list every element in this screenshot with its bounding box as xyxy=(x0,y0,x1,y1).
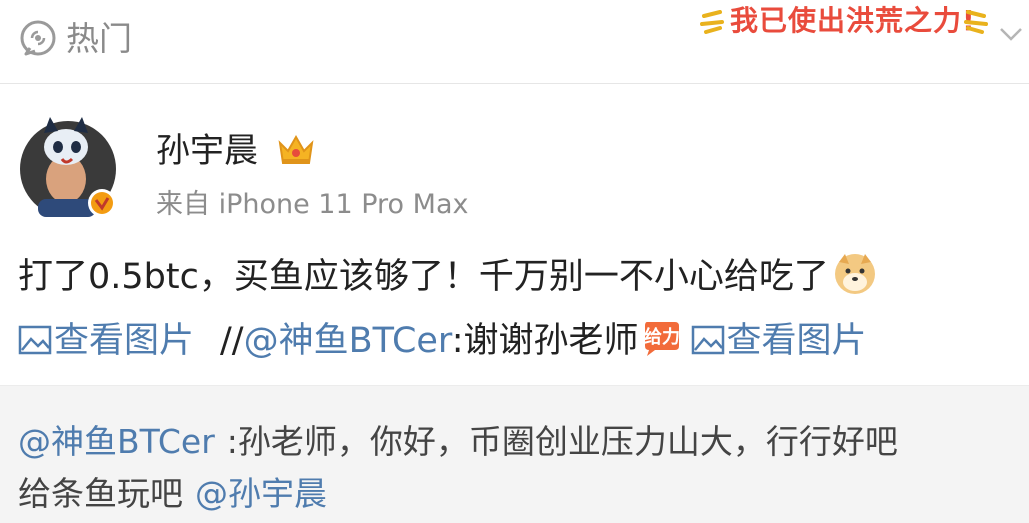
sparkle-icon xyxy=(964,10,988,34)
sticker-banner: 我已使出洪荒之力! xyxy=(700,2,1000,42)
view-image-link-2[interactable]: 查看图片 xyxy=(691,321,867,361)
repost-mention-link[interactable]: @神鱼BTCer xyxy=(18,422,215,461)
image-icon xyxy=(18,325,52,355)
repost-mention-end-link[interactable]: @孙宇晨 xyxy=(195,474,327,513)
verified-badge-icon xyxy=(91,192,113,214)
image-icon xyxy=(691,325,724,355)
top-bar: 热门 我已使出洪荒之力! xyxy=(0,0,1029,84)
repost-separator: // xyxy=(220,321,244,361)
reposted-content[interactable]: @神鱼BTCer :孙老师，你好，币圈创业压力山大，行行好吧 给条鱼玩吧 @孙宇晨 xyxy=(0,385,1029,523)
hot-tab-label[interactable]: 热门 xyxy=(66,18,132,60)
repost-text-line1: :孙老师，你好，币圈创业压力山大，行行好吧 xyxy=(226,422,898,461)
gei-li-emoji-icon: 给力 xyxy=(644,322,680,356)
sparkle-icon xyxy=(700,10,724,34)
post-source: 来自 iPhone 11 Pro Max xyxy=(156,189,469,220)
reply-text: :谢谢孙老师 xyxy=(451,321,639,361)
doge-emoji-icon xyxy=(834,254,875,294)
crown-icon[interactable] xyxy=(276,131,316,167)
avatar[interactable] xyxy=(18,107,118,219)
repost-text-line2: 给条鱼玩吧 xyxy=(18,474,183,513)
svg-text:给力: 给力 xyxy=(644,326,680,348)
post-text: 打了0.5btc，买鱼应该够了！千万别一不小心给吃了 xyxy=(18,257,829,297)
weibo-post: 孙宇晨 来自 iPhone 11 Pro Max 打了0.5btc，买鱼应该够了… xyxy=(0,85,1029,385)
mention-link[interactable]: @神鱼BTCer xyxy=(244,321,452,361)
sticker-text: 我已使出洪荒之力! xyxy=(730,4,976,37)
hot-topic-icon[interactable] xyxy=(18,18,58,58)
post-username[interactable]: 孙宇晨 xyxy=(156,129,258,173)
view-image-link-1[interactable]: 查看图片 xyxy=(18,321,194,361)
chevron-down-icon[interactable] xyxy=(998,24,1024,44)
